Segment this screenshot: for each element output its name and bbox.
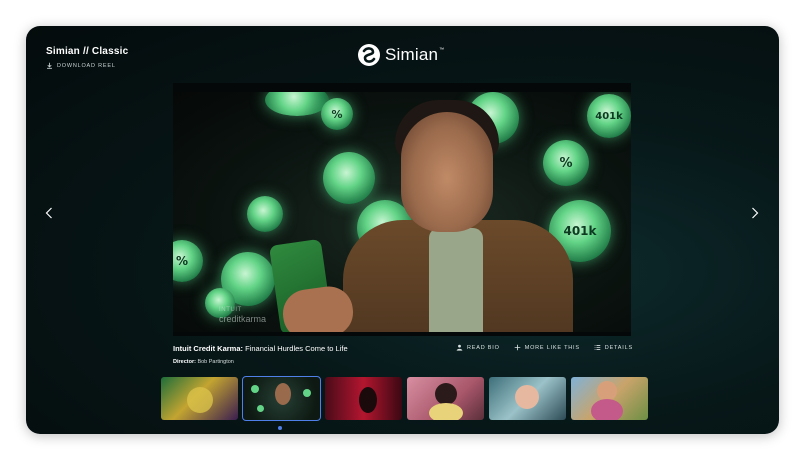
watermark-product: creditkarma: [219, 314, 267, 324]
simian-logo: Simian ™: [357, 43, 444, 67]
simian-logo-icon: [358, 44, 380, 66]
more-like-this-label: MORE LIKE THIS: [524, 344, 580, 351]
person-icon: [456, 344, 463, 351]
director-credit: Director: Bob Partington: [173, 359, 234, 365]
caption-client: Intuit Credit Karma:: [173, 344, 244, 353]
chevron-left-icon: [45, 207, 52, 219]
list-icon: [594, 344, 601, 351]
director-label: Director:: [173, 359, 196, 365]
caption-title: Financial Hurdles Come to Life: [243, 344, 348, 353]
more-like-this-button[interactable]: MORE LIKE THIS: [514, 344, 580, 351]
thumbnail-2[interactable]: [242, 376, 321, 421]
glow-bubble-401k: 401k: [587, 94, 631, 138]
logo-text: Simian: [385, 45, 439, 64]
video-frame: % 401k % 401k % INTUIT creditkarma: [173, 92, 631, 332]
download-label: DOWNLOAD REEL: [57, 62, 116, 69]
thumbnail-3[interactable]: [325, 377, 402, 420]
glow-bubble: [265, 92, 329, 116]
details-button[interactable]: DETAILS: [594, 344, 633, 351]
video-caption: Intuit Credit Karma: Financial Hurdles C…: [173, 344, 348, 353]
glow-bubble-percent: %: [321, 98, 353, 130]
read-bio-button[interactable]: READ BIO: [456, 344, 500, 351]
director-name: Bob Partington: [195, 359, 234, 365]
thumbnail-5[interactable]: [489, 377, 566, 420]
glow-bubble-user: [247, 196, 283, 232]
glow-bubble-cash: [323, 152, 375, 204]
reel-title: Simian // Classic: [46, 46, 129, 57]
plus-icon: [514, 344, 520, 351]
read-bio-label: READ BIO: [467, 344, 500, 351]
pagination-dot-active[interactable]: [278, 426, 282, 430]
details-label: DETAILS: [604, 344, 633, 351]
glow-bubble-percent: %: [173, 240, 203, 282]
thumbnail-strip: [161, 376, 648, 421]
video-watermark: INTUIT creditkarma: [219, 306, 266, 324]
chevron-right-icon: [752, 207, 759, 219]
thumbnail-6[interactable]: [571, 377, 648, 420]
next-button[interactable]: [748, 204, 762, 222]
logo-trademark: ™: [439, 47, 445, 53]
person-shirt: [429, 228, 483, 332]
thumbnail-1[interactable]: [161, 377, 238, 420]
video-player[interactable]: % 401k % 401k % INTUIT creditkarma: [173, 83, 631, 336]
glow-bubble-percent: %: [543, 140, 589, 186]
reel-viewer: Simian // Classic DOWNLOAD REEL Simian ™…: [26, 26, 779, 434]
download-icon: [47, 62, 52, 69]
video-actions: READ BIO MORE LIKE THIS DETAILS: [456, 344, 633, 351]
thumbnail-4[interactable]: [407, 377, 484, 420]
previous-button[interactable]: [42, 204, 56, 222]
person-face: [401, 112, 493, 232]
download-reel-button[interactable]: DOWNLOAD REEL: [46, 62, 116, 69]
